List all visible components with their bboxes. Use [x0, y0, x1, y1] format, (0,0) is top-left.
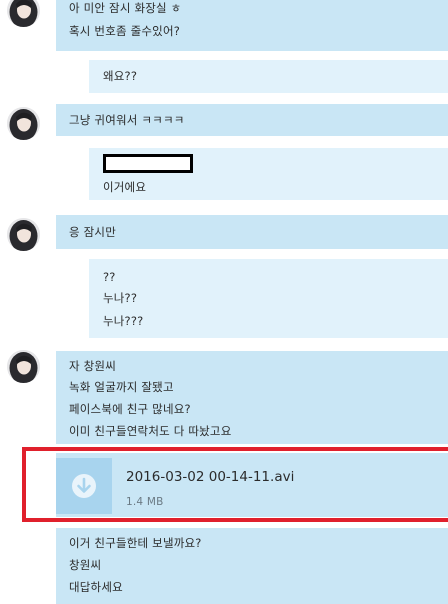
- avatar-image: [7, 350, 40, 383]
- message-text: 녹화 얼굴까지 잘됐고: [69, 380, 174, 394]
- message-text: 왜요??: [103, 69, 138, 83]
- message-bubble-incoming: 그냥 귀여워서 ㅋㅋㅋㅋ: [56, 104, 448, 136]
- message-text: 이거 친구들한테 보낼까요?: [69, 536, 202, 550]
- message-text: 이거에요: [103, 180, 147, 194]
- message-bubble-outgoing: ?? 누나?? 누나???: [89, 259, 448, 338]
- message-bubble-incoming: 응 잠시만: [56, 215, 448, 249]
- message-text: 누나??: [103, 291, 138, 305]
- message-text: 페이스북에 친구 많네요?: [69, 402, 191, 416]
- avatar[interactable]: [7, 107, 40, 140]
- message-bubble-outgoing: 이거에요: [89, 148, 448, 200]
- avatar-image: [7, 0, 40, 27]
- message-bubble-outgoing: 왜요??: [89, 60, 448, 93]
- message-text: 대답하세요: [69, 580, 123, 594]
- message-text: 이미 친구들연락처도 다 따놨고요: [69, 424, 232, 438]
- redacted-content: [103, 154, 193, 173]
- message-text: 혹시 번호좀 줄수있어?: [69, 24, 181, 38]
- message-text: 아 미안 잠시 화장실 ㅎ: [69, 1, 182, 15]
- message-text: 누나???: [103, 314, 144, 328]
- message-bubble-incoming: 이거 친구들한테 보낼까요? 창원씨 대답하세요: [56, 528, 448, 604]
- message-bubble-incoming: 자 창원씨 녹화 얼굴까지 잘됐고 페이스북에 친구 많네요? 이미 친구들연락…: [56, 351, 448, 444]
- avatar-image: [7, 107, 40, 140]
- avatar-image: [7, 218, 40, 251]
- avatar[interactable]: [7, 0, 40, 27]
- avatar[interactable]: [7, 218, 40, 251]
- message-bubble-incoming: 아 미안 잠시 화장실 ㅎ 혹시 번호좀 줄수있어?: [56, 0, 448, 51]
- message-text: 응 잠시만: [69, 225, 116, 239]
- avatar[interactable]: [7, 350, 40, 383]
- message-text: 그냥 귀여워서 ㅋㅋㅋㅋ: [69, 113, 185, 127]
- message-text: ??: [103, 270, 116, 284]
- message-text: 자 창원씨: [69, 359, 116, 373]
- message-text: 창원씨: [69, 558, 102, 572]
- highlight-box: [22, 447, 448, 522]
